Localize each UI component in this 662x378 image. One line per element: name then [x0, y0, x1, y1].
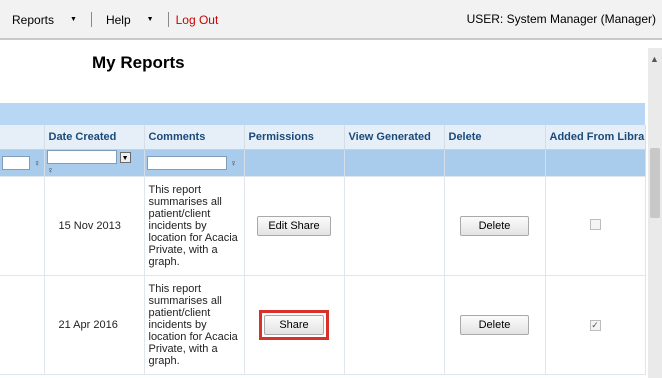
comment-cell: This report summarises all patient/clien…: [144, 275, 245, 375]
filter-cell: [244, 149, 345, 177]
dropdown-caret-icon: ▼: [70, 15, 77, 23]
delete-button[interactable]: Delete: [459, 315, 530, 335]
filter-row: ♀ ▼ ♀ ♀: [0, 149, 646, 177]
filter-cell: ▼ ♀: [44, 149, 145, 177]
main-menu: Reports ▼ Help ▼ Log Out: [0, 12, 225, 27]
view-generated-cell: [344, 275, 445, 375]
view-generated-cell: [344, 176, 445, 276]
filter-icon[interactable]: ♀: [47, 165, 55, 175]
col-header-date-created[interactable]: Date Created: [44, 125, 145, 150]
added-from-library-cell: [545, 176, 646, 276]
highlight-box: Share: [259, 310, 329, 340]
logout-link[interactable]: Log Out: [169, 13, 226, 27]
table-row: 15 Nov 2013 This report summarises all p…: [0, 176, 646, 276]
col-header-name[interactable]: [0, 125, 45, 150]
added-from-library-checkbox: [589, 219, 601, 230]
date-cell: 21 Apr 2016: [44, 275, 145, 375]
date-cell: 15 Nov 2013: [44, 176, 145, 276]
col-header-delete[interactable]: Delete: [444, 125, 546, 150]
permissions-cell: Edit Share: [244, 176, 345, 276]
dropdown-caret-icon: ▼: [146, 15, 154, 23]
table-row: 21 Apr 2016 This report summarises all p…: [0, 275, 646, 375]
filter-cell: [444, 149, 546, 177]
col-header-view-generated[interactable]: View Generated: [344, 125, 445, 150]
col-header-permissions[interactable]: Permissions: [244, 125, 345, 150]
filter-cell: [545, 149, 646, 177]
menu-help[interactable]: Help ▼: [92, 13, 168, 27]
page-title: My Reports: [92, 53, 185, 72]
delete-button[interactable]: Delete: [459, 216, 530, 236]
top-menu-bar: Reports ▼ Help ▼ Log Out USER: System Mana…: [0, 0, 662, 40]
user-info: USER: System Manager (Manager): [466, 12, 656, 26]
filter-cell: ♀: [0, 149, 45, 177]
name-filter-input[interactable]: [2, 156, 30, 170]
comment-cell: This report summarises all patient/clien…: [144, 176, 245, 276]
filter-cell: ♀: [144, 149, 245, 177]
delete-cell: Delete: [444, 176, 546, 276]
permissions-cell: Share: [244, 275, 345, 375]
added-from-library-checkbox: ✓: [589, 320, 601, 331]
menu-reports[interactable]: Reports ▼: [0, 13, 91, 27]
grid-header-band: [0, 103, 645, 125]
col-header-comments[interactable]: Comments: [144, 125, 245, 150]
scrollbar-thumb[interactable]: [650, 148, 660, 218]
filter-cell: [344, 149, 445, 177]
comments-filter-input[interactable]: [146, 156, 227, 170]
dropdown-arrow-icon[interactable]: ▼: [119, 151, 131, 163]
filter-icon[interactable]: ♀: [230, 158, 238, 168]
reports-table: Date Created Comments Permissions View G…: [0, 125, 646, 375]
share-button[interactable]: Share: [264, 315, 324, 335]
delete-cell: Delete: [444, 275, 546, 375]
added-from-library-cell: ✓: [545, 275, 646, 375]
filter-icon[interactable]: ♀: [33, 158, 41, 168]
vertical-scrollbar[interactable]: ▲: [648, 48, 662, 378]
name-cell: [0, 176, 45, 276]
col-header-added-from-library[interactable]: Added From Library: [545, 125, 646, 150]
edit-share-button[interactable]: Edit Share: [257, 216, 331, 236]
scroll-up-arrow-icon[interactable]: ▲: [650, 54, 659, 64]
table-header-row: Date Created Comments Permissions View G…: [0, 125, 646, 150]
name-cell: [0, 275, 45, 375]
date-filter-input[interactable]: [46, 150, 117, 164]
